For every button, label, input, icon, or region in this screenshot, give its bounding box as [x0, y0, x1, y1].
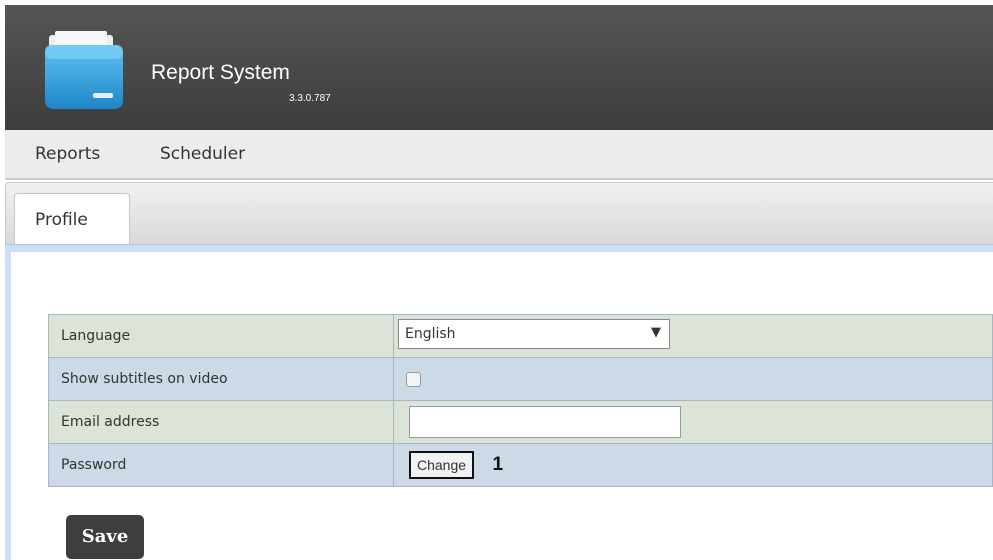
password-cell: Change 1 [393, 443, 993, 487]
save-button[interactable]: Save [66, 515, 144, 559]
row-label-password: Password [48, 443, 394, 487]
app-header: Report System 3.3.0.787 [5, 5, 993, 130]
language-select-value: English [405, 326, 456, 342]
folder-icon [45, 31, 123, 109]
language-cell: English ▼ [393, 314, 993, 358]
row-label-subtitles: Show subtitles on video [48, 357, 394, 401]
email-field[interactable] [409, 406, 681, 438]
table-row-language: Language English ▼ [48, 314, 993, 358]
language-select[interactable]: English ▼ [398, 319, 670, 349]
callout-number: 1 [492, 454, 504, 475]
show-subtitles-checkbox[interactable] [406, 371, 421, 387]
table-row-subtitles: Show subtitles on video [48, 357, 993, 401]
app-version: 3.3.0.787 [289, 93, 331, 104]
main-menu: Reports Scheduler [5, 130, 993, 180]
email-cell [393, 400, 993, 444]
tab-bar: Profile [5, 182, 993, 246]
change-password-button[interactable]: Change [409, 451, 475, 479]
table-row-email: Email address [48, 400, 993, 444]
subtitles-cell [393, 357, 993, 401]
app-title: Report System [151, 61, 290, 84]
menu-item-reports[interactable]: Reports [35, 144, 100, 164]
row-label-email: Email address [48, 400, 394, 444]
row-label-language: Language [48, 314, 394, 358]
table-row-password: Password Change 1 [48, 443, 993, 487]
profile-settings-table: Language English ▼ Show subtitles on vid… [48, 314, 993, 487]
tab-profile[interactable]: Profile [14, 193, 130, 246]
menu-item-scheduler[interactable]: Scheduler [160, 144, 245, 164]
dropdown-arrow-icon: ▼ [651, 325, 661, 340]
tab-profile-label: Profile [35, 210, 88, 230]
